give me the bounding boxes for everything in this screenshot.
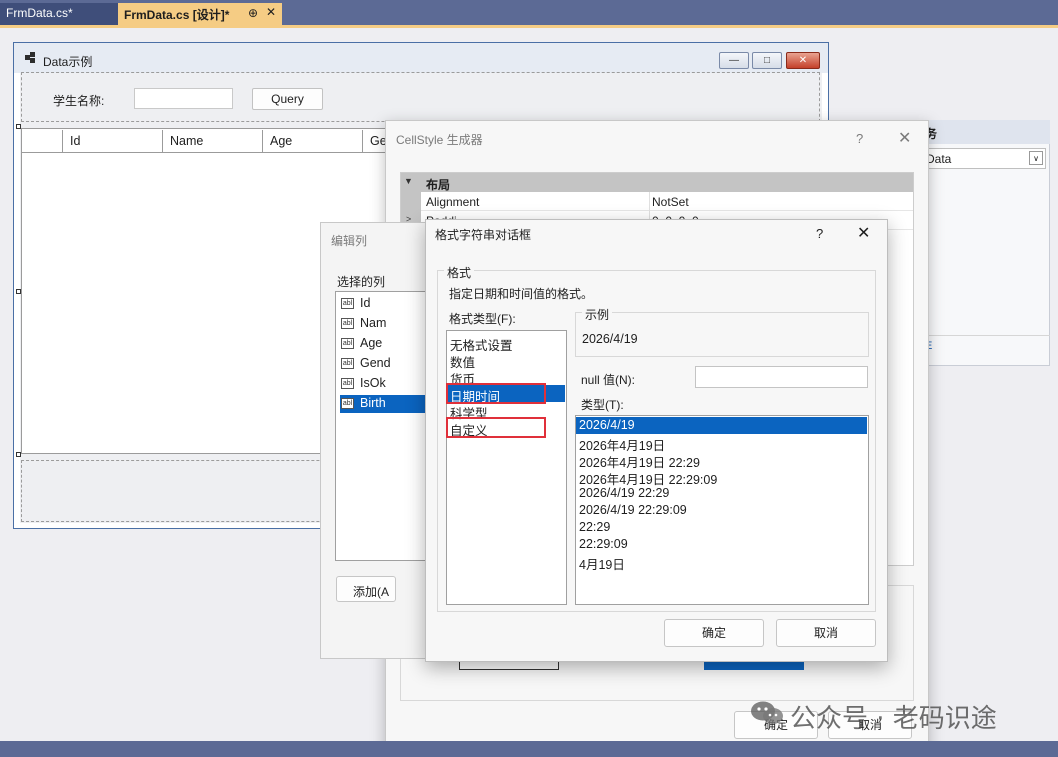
column-list-item[interactable]: abl Nam (340, 315, 430, 333)
column-name: Gend (360, 356, 391, 370)
form-close-button[interactable]: ✕ (786, 52, 820, 69)
wechat-icon (751, 701, 783, 724)
format-kind-item[interactable]: 4月19日 (576, 553, 867, 572)
close-tab-icon[interactable]: ✕ (266, 5, 276, 19)
property-value[interactable]: NotSet (652, 195, 689, 209)
highlight-box (446, 417, 546, 438)
cellstyle-dialog-title: CellStyle 生成器 (396, 133, 483, 147)
column-list-item[interactable]: abl Id (340, 295, 430, 313)
format-kind-item[interactable]: 2026/4/19 22:29:09 (576, 502, 867, 519)
grid-col-id[interactable]: Id (62, 130, 162, 153)
edit-columns-title: 编辑列 (331, 234, 368, 248)
column-list-item-selected[interactable]: abl Birth (340, 395, 430, 413)
column-name: Nam (360, 316, 387, 330)
tab-label: FrmData.cs* (6, 6, 73, 20)
null-value-input[interactable] (695, 366, 868, 388)
format-description: 指定日期和时间值的格式。 (449, 287, 594, 301)
chevron-down-icon[interactable]: ∨ (1029, 151, 1043, 165)
help-icon[interactable]: ? (856, 131, 863, 146)
column-list-item[interactable]: abl Gend (340, 355, 430, 373)
textbox-column-icon: abl (341, 378, 354, 389)
property-name: Alignment (426, 195, 480, 209)
format-kind-item-selected[interactable]: 2026/4/19 (576, 417, 867, 434)
form-window-icon (25, 52, 36, 63)
null-value-label: null 值(N): (581, 373, 636, 387)
tab-accent-line (0, 25, 1058, 28)
format-dialog-title: 格式字符串对话框 (435, 228, 532, 242)
highlight-box (446, 383, 546, 404)
column-name: IsOk (360, 376, 386, 390)
minimize-button[interactable]: — (719, 52, 749, 69)
form-titlebar (14, 43, 828, 73)
selection-handle[interactable] (16, 452, 21, 457)
column-name: Birth (360, 396, 386, 410)
tasks-divider (910, 335, 1050, 336)
grid-header-row: Id Name Age Ge (22, 130, 402, 153)
grid-col-name[interactable]: Name (162, 130, 262, 153)
format-type-item[interactable]: 无格式设置 (447, 334, 565, 353)
bottom-status-strip (0, 741, 1058, 757)
student-name-label: 学生名称: (53, 94, 105, 108)
textbox-column-icon: abl (341, 298, 354, 309)
format-kind-item[interactable]: 2026年4月19日 (576, 434, 867, 453)
sample-value: 2026/4/19 (582, 332, 638, 346)
grid-col-age[interactable]: Age (262, 130, 362, 153)
form-title: Data示例 (43, 55, 93, 69)
tab-frmdata-code[interactable]: FrmData.cs* (0, 3, 118, 25)
format-group-label: 格式 (444, 264, 475, 281)
textbox-column-icon: abl (341, 358, 354, 369)
format-kind-item[interactable]: 2026年4月19日 22:29 (576, 451, 867, 470)
format-ok-button[interactable]: 确定 (664, 619, 764, 647)
tab-label: FrmData.cs [设计]* (124, 8, 230, 22)
close-icon[interactable]: ✕ (898, 128, 911, 148)
textbox-column-icon: abl (341, 338, 354, 349)
format-type-item[interactable]: 数值 (447, 351, 565, 370)
column-name: Id (360, 296, 371, 310)
property-category-label: 布局 (426, 178, 451, 192)
student-name-input[interactable] (134, 88, 233, 109)
format-type-label: 格式类型(F): (449, 312, 516, 326)
selected-columns-label: 选择的列 (337, 275, 386, 289)
format-kind-label: 类型(T): (581, 398, 624, 412)
watermark-text: 公众号 · 老码识途 (790, 704, 997, 734)
collapse-arrow-icon[interactable]: ▼ (404, 176, 413, 186)
maximize-button[interactable]: □ (752, 52, 782, 69)
help-icon[interactable]: ? (816, 226, 823, 241)
format-kind-item[interactable]: 2026/4/19 22:29 (576, 485, 867, 502)
column-name: Age (360, 336, 383, 350)
format-kind-item[interactable]: 22:29 (576, 519, 867, 536)
format-kind-item[interactable]: 22:29:09 (576, 536, 867, 553)
close-icon[interactable]: ✕ (857, 223, 870, 243)
format-cancel-button[interactable]: 取消 (776, 619, 876, 647)
query-button[interactable]: Query (252, 88, 323, 110)
textbox-column-icon: abl (341, 398, 354, 409)
property-category-layout[interactable] (401, 173, 913, 192)
column-list-item[interactable]: abl Age (340, 335, 430, 353)
selection-handle[interactable] (16, 124, 21, 129)
format-kind-item[interactable]: 2026年4月19日 22:29:09 (576, 468, 867, 487)
tab-frmdata-designer[interactable]: FrmData.cs [设计]* ⊕ ✕ (118, 3, 282, 25)
column-list-item[interactable]: abl IsOk (340, 375, 430, 393)
pin-icon[interactable]: ⊕ (248, 6, 258, 20)
selection-handle[interactable] (16, 289, 21, 294)
add-column-button[interactable]: 添加(A (336, 576, 396, 602)
textbox-column-icon: abl (341, 318, 354, 329)
datasource-value: Data (926, 152, 952, 166)
datasource-select[interactable]: Data ∨ (920, 148, 1046, 169)
sample-group-label: 示例 (582, 306, 613, 323)
